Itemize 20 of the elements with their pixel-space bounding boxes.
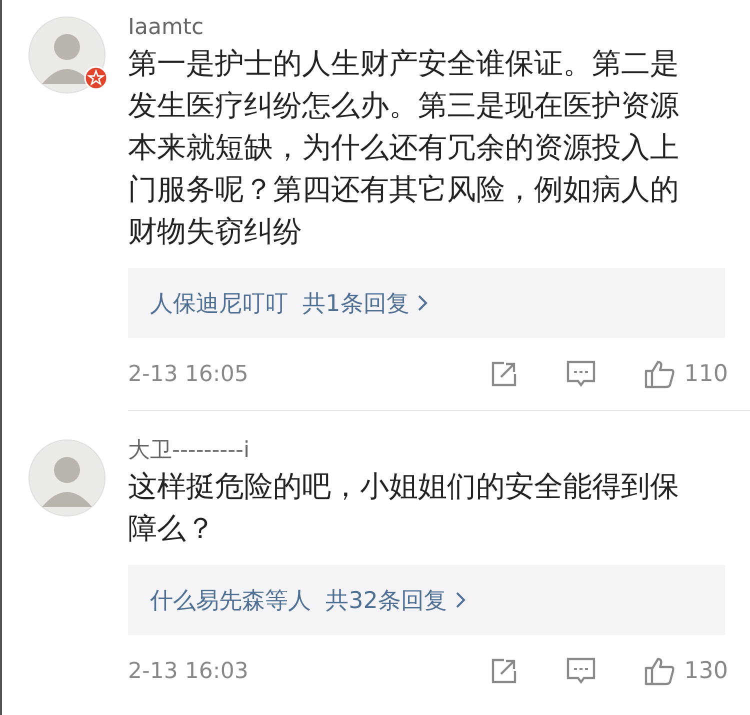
replies-link[interactable]: 人保迪尼叮叮 共1条回复 (128, 268, 725, 338)
comment-time: 2-13 16:03 (128, 658, 250, 684)
avatar-icon[interactable] (28, 16, 106, 94)
share-icon[interactable] (490, 657, 518, 685)
comment-icon[interactable] (566, 360, 596, 388)
thumbs-up-icon (644, 359, 676, 389)
username[interactable]: Iaamtc (128, 14, 750, 42)
replies-link[interactable]: 什么易先森等人 共32条回复 (128, 565, 725, 635)
avatar-icon[interactable] (28, 439, 106, 517)
chevron-icon (417, 293, 430, 313)
comment-text: 第一是护士的人生财产安全谁保证。第二是发生医疗纠纷怎么办。第三是现在医护资源本来就短缺，为什么还有冗余的资源投入上门服务呢？第四还有其它风险，例如病人的财物失窃纠纷 (128, 45, 680, 250)
comment-icon[interactable] (566, 657, 596, 685)
like-button[interactable]: 130 (644, 656, 728, 686)
username[interactable]: 大卫---------i (128, 437, 750, 465)
comment-text: 这样挺危险的吧，小姐姐们的安全能得到保障么？ (128, 468, 680, 547)
chevron-icon (454, 590, 467, 610)
like-button[interactable]: 110 (644, 359, 728, 389)
thumbs-up-icon (644, 656, 676, 686)
comment-time: 2-13 16:05 (128, 362, 250, 386)
share-icon[interactable] (490, 360, 518, 388)
